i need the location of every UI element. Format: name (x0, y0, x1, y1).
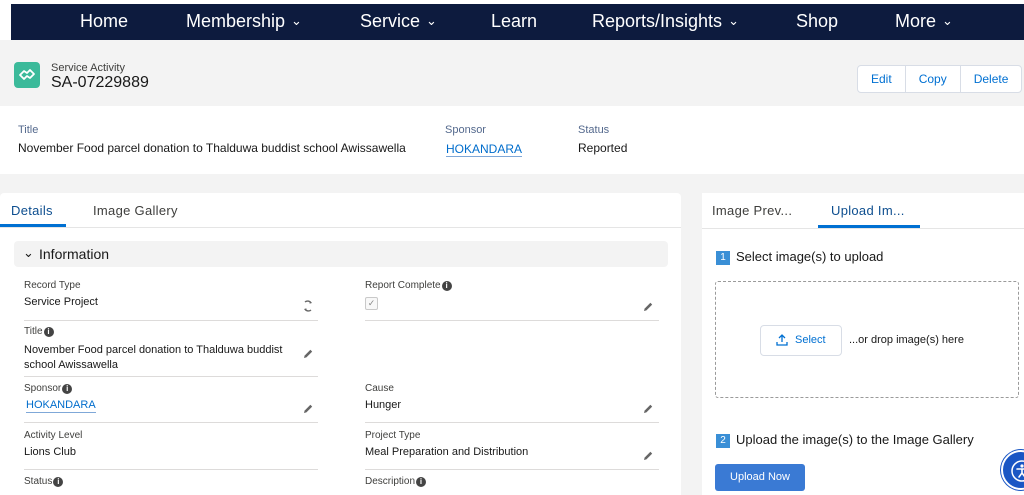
chevron-down-icon: ⌄ (426, 13, 437, 28)
info-icon[interactable]: i (53, 477, 64, 487)
nav-item-learn[interactable]: Learn (491, 10, 537, 32)
highlight-sponsor-link[interactable]: HOKANDARA (446, 142, 523, 157)
chevron-down-icon: ⌄ (23, 245, 34, 260)
field-divider (24, 320, 318, 321)
details-tabs: Details Image Gallery (0, 193, 681, 228)
title-value-line2: school Awissawella (24, 359, 118, 371)
section-title: Information (39, 246, 110, 262)
nav-item-reports[interactable]: Reports/Insights ⌄ (592, 10, 739, 34)
field-label-text: Sponsor (24, 383, 62, 394)
highlights-panel: Title November Food parcel donation to T… (0, 106, 1024, 174)
info-icon[interactable]: i (441, 281, 452, 291)
nav-item-label: Home (80, 11, 129, 31)
activity-level-value: Lions Club (24, 446, 76, 458)
info-icon[interactable]: i (43, 327, 54, 337)
active-tab-indicator (0, 224, 66, 227)
pencil-icon[interactable] (642, 450, 654, 462)
upload-now-button[interactable]: Upload Now (715, 464, 805, 491)
record-type-label: Record Type (24, 280, 81, 291)
nav-item-home[interactable]: Home (80, 10, 128, 32)
nav-item-label: Shop (796, 11, 839, 31)
tab-upload-images[interactable]: Upload Im... (831, 203, 905, 218)
pencil-icon[interactable] (642, 403, 654, 415)
cause-label: Cause (365, 383, 394, 394)
step-2: 2 Upload the image(s) to the Image Galler… (716, 432, 974, 448)
field-divider (365, 469, 659, 470)
top-nav: Home Membership ⌄ Service ⌄ Learn Reports/… (0, 0, 1024, 40)
highlight-status-value: Reported (578, 141, 628, 155)
record-name: SA-07229889 (51, 74, 149, 91)
title-label: Title i (24, 326, 54, 337)
nav-item-membership[interactable]: Membership ⌄ (186, 10, 302, 34)
description-label: Description i (365, 476, 427, 487)
handshake-icon (14, 62, 40, 88)
field-divider (24, 376, 318, 377)
details-card: Details Image Gallery ⌄ Information Reco… (0, 193, 681, 495)
project-type-label: Project Type (365, 430, 421, 441)
nav-item-label: Service (360, 11, 421, 31)
field-label-text: Status (24, 476, 53, 487)
record-type-label: Service Activity (51, 62, 125, 74)
delete-button[interactable]: Delete (959, 66, 1022, 92)
image-dropzone[interactable]: Select ...or drop image(s) here (715, 281, 1019, 398)
field-divider (365, 320, 659, 321)
copy-button[interactable]: Copy (904, 66, 960, 92)
report-complete-label: Report Complete i (365, 280, 452, 291)
nav-item-label: More (895, 11, 937, 31)
highlight-sponsor-label: Sponsor (445, 124, 486, 136)
step-number: 2 (716, 434, 730, 448)
upload-icon (776, 334, 788, 346)
change-record-type-icon[interactable] (302, 300, 314, 312)
record-actions: Edit Copy Delete (857, 65, 1023, 93)
select-images-button[interactable]: Select (760, 325, 842, 356)
info-icon[interactable]: i (416, 477, 427, 487)
title-value-line1: November Food parcel donation to Thalduw… (24, 344, 283, 356)
field-label-text: Title (24, 326, 43, 337)
nav-item-more[interactable]: More ⌄ (895, 10, 953, 34)
nav-item-label: Learn (491, 11, 538, 31)
chevron-down-icon: ⌄ (942, 13, 953, 28)
image-upload-card: Image Prev... Upload Im... 1 Select image… (702, 193, 1024, 495)
tab-image-preview[interactable]: Image Prev... (712, 203, 792, 218)
chevron-down-icon: ⌄ (291, 13, 302, 28)
nav-item-shop[interactable]: Shop (796, 10, 838, 32)
cause-value: Hunger (365, 399, 402, 411)
tab-details[interactable]: Details (11, 203, 53, 218)
nav-item-service[interactable]: Service ⌄ (360, 10, 437, 34)
step-text: Upload the image(s) to the Image Gallery (736, 432, 974, 447)
edit-button[interactable]: Edit (858, 66, 905, 92)
field-divider (365, 422, 659, 423)
record-header: Service Activity SA-07229889 Edit Copy D… (0, 40, 1024, 106)
nav-item-label: Membership (186, 11, 286, 31)
field-divider (24, 469, 318, 470)
step-number: 1 (716, 251, 730, 265)
pencil-icon[interactable] (302, 348, 314, 360)
sponsor-link[interactable]: HOKANDARA (26, 399, 96, 413)
status-label: Status i (24, 476, 64, 487)
pencil-icon[interactable] (642, 301, 654, 313)
highlight-title-label: Title (18, 124, 39, 136)
tab-divider (702, 228, 1024, 229)
activity-level-label: Activity Level (24, 430, 83, 441)
info-icon[interactable]: i (62, 384, 73, 394)
sponsor-label: Sponsor i (24, 383, 73, 394)
step-text: Select image(s) to upload (736, 249, 884, 264)
report-complete-checkbox[interactable]: ✓ (365, 297, 378, 310)
record-type-value: Service Project (24, 296, 98, 308)
field-divider (24, 422, 318, 423)
step-1: 1 Select image(s) to upload (716, 249, 883, 265)
highlight-title-value: November Food parcel donation to Thalduw… (18, 141, 406, 155)
chevron-down-icon: ⌄ (728, 13, 739, 28)
nav-item-label: Reports/Insights (592, 11, 723, 31)
top-nav-bar: Home Membership ⌄ Service ⌄ Learn Reports/… (11, 4, 1024, 40)
highlight-status-label: Status (578, 124, 610, 136)
pencil-icon[interactable] (302, 403, 314, 415)
drop-hint: ...or drop image(s) here (849, 334, 964, 346)
select-button-label: Select (795, 334, 826, 346)
field-label-text: Description (365, 476, 416, 487)
project-type-value: Meal Preparation and Distribution (365, 446, 529, 458)
tab-image-gallery[interactable]: Image Gallery (93, 203, 178, 218)
field-label-text: Report Complete (365, 280, 441, 291)
information-section-header[interactable]: ⌄ Information (14, 241, 668, 267)
